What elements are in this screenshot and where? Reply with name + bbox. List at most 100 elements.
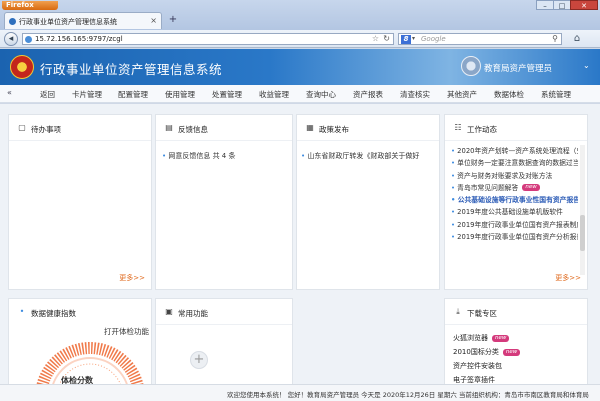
tab-close-icon[interactable]: ×: [150, 16, 157, 25]
browser-titlebar: Firefox – □ ✕ 行政事业单位资产管理信息系统 × +: [0, 0, 600, 30]
functions-card: ▣ 常用功能 +: [155, 298, 293, 384]
work-news-more-link[interactable]: 更多>>: [555, 273, 581, 283]
card-divider: [445, 140, 587, 141]
download-item[interactable]: 火狐浏览器 new: [453, 333, 510, 343]
collapse-menu-icon[interactable]: «: [7, 88, 12, 97]
user-avatar[interactable]: [461, 56, 481, 76]
work-news-item[interactable]: • 2020年资产划转—资产系统处理流程（鬼: [451, 145, 578, 157]
browser-navbar: ◂ 15.72.156.165:9797/zcgl ☆ ↻ 8 ▾ Google…: [0, 30, 600, 48]
home-icon[interactable]: ⌂: [570, 32, 584, 46]
user-name[interactable]: 教育局资产管理员: [484, 62, 552, 74]
feedback-summary-link[interactable]: • 网意反馈信息 共 4 条: [162, 151, 236, 161]
work-news-scroll-thumb[interactable]: [580, 215, 585, 251]
bullet-icon: •: [451, 196, 458, 205]
work-news-item-text: 2019年度行政事业单位国有资产分析报告: [457, 233, 578, 242]
add-function-button[interactable]: +: [190, 351, 208, 369]
menu-item-revenue-management[interactable]: 收益管理: [259, 89, 289, 100]
menu-item-inventory-check[interactable]: 清查核实: [400, 89, 430, 100]
menu-item-usage-management[interactable]: 使用管理: [165, 89, 195, 100]
menu-item-system-management[interactable]: 系统管理: [541, 89, 571, 100]
work-news-item[interactable]: • 单位财务一定要注意数据查询的数据过当期: [451, 157, 578, 169]
todo-more-link[interactable]: 更多>>: [119, 273, 145, 283]
work-news-item-text: 2020年资产划转—资产系统处理流程（鬼: [457, 147, 578, 155]
dashboard: ▢ 待办事项 更多>> ▤ 反馈信息 • 网意反馈信息 共 4 条 ▦ 政策发布…: [0, 104, 600, 384]
feedback-summary-text: 网意反馈信息 共 4 条: [168, 152, 236, 160]
download-item[interactable]: 电子签章插件: [453, 375, 495, 384]
work-news-item[interactable]: • 公共基础设施等行政事业性国有资产报告: [451, 194, 578, 206]
work-news-item-text: 资产与财务对账要求及对账方法: [457, 171, 553, 180]
close-window-icon[interactable]: ✕: [570, 0, 598, 10]
download-item-text: 火狐浏览器: [453, 334, 488, 342]
firefox-menu-button[interactable]: Firefox: [2, 1, 58, 10]
search-engine-dropdown-icon[interactable]: ▾: [412, 34, 415, 44]
menu-item-disposal-management[interactable]: 处置管理: [212, 89, 242, 100]
work-news-item[interactable]: • 2019年度行政事业单位国有资产报表制度: [451, 219, 578, 231]
grid-list-icon: ☷: [454, 123, 462, 132]
policy-document-icon: ▦: [306, 123, 314, 132]
search-input[interactable]: 8 ▾ Google ⚲: [398, 33, 562, 45]
work-news-scrollbar[interactable]: [580, 145, 585, 275]
policy-item-link[interactable]: • 山东省财政厅转发《财政部关于做好: [301, 151, 433, 161]
new-badge: new: [522, 184, 540, 192]
minimize-icon[interactable]: –: [536, 0, 554, 10]
health-card: • 数据健康指数 打开体检功能 体检分数: [8, 298, 152, 384]
browser-tab[interactable]: 行政事业单位资产管理信息系统 ×: [4, 12, 162, 29]
reload-icon[interactable]: ↻: [383, 34, 390, 44]
work-news-item-text: 青岛市常见问题解答: [457, 183, 519, 192]
open-checkup-link[interactable]: 打开体检功能: [104, 326, 149, 337]
work-news-item-text: 公共基础设施等行政事业性国有资产报告: [457, 196, 578, 205]
downloads-title: 下载专区: [467, 309, 497, 318]
policy-card: ▦ 政策发布 • 山东省财政厅转发《财政部关于做好: [296, 114, 440, 290]
status-text: 欢迎您使用本系统！ 您好！教育局资产管理员 今天是 2020年12月26日 星期…: [227, 391, 589, 399]
health-title: 数据健康指数: [31, 309, 76, 318]
menu-item-data-checkup[interactable]: 数据体检: [494, 89, 524, 100]
menu-item-config-management[interactable]: 配置管理: [118, 89, 148, 100]
feedback-title: 反馈信息: [178, 125, 208, 134]
menu-item-other-assets[interactable]: 其他资产: [447, 89, 477, 100]
work-news-item[interactable]: • 青岛市常见问题解答 new: [451, 182, 578, 194]
new-badge: new: [492, 334, 510, 342]
app-title: 行政事业单位资产管理信息系统: [40, 62, 223, 77]
dot-icon: •: [19, 307, 25, 316]
todo-card: ▢ 待办事项 更多>>: [8, 114, 152, 290]
user-menu-chevron-down-icon[interactable]: ⌄: [583, 61, 590, 70]
work-news-title: 工作动态: [467, 125, 497, 134]
downloads-card: ⤓ 下载专区 火狐浏览器 new 2010国标分类 new 资产控件安装包 电子签章…: [444, 298, 588, 384]
functions-title: 常用功能: [178, 309, 208, 318]
work-news-list: • 2020年资产划转—资产系统处理流程（鬼 • 单位财务一定要注意数据查询的数…: [451, 145, 578, 243]
apps-icon: ▣: [165, 307, 173, 316]
search-engine-icon[interactable]: 8: [401, 35, 411, 44]
policy-item-text: 山东省财政厅转发《财政部关于做好: [307, 152, 420, 160]
document-icon: ▤: [165, 123, 173, 132]
maximize-icon[interactable]: □: [553, 0, 571, 10]
search-placeholder: Google: [421, 35, 446, 43]
status-bar: 欢迎您使用本系统！ 您好！教育局资产管理员 今天是 2020年12月26日 星期…: [0, 384, 600, 401]
tab-title: 行政事业单位资产管理信息系统: [19, 18, 117, 26]
download-item-text: 2010国标分类: [453, 348, 499, 356]
download-item[interactable]: 资产控件安装包: [453, 361, 502, 371]
menu-item-card-management[interactable]: 卡片管理: [72, 89, 102, 100]
search-icon[interactable]: ⚲: [552, 34, 558, 44]
card-divider: [9, 140, 151, 141]
new-badge: new: [502, 348, 521, 356]
todo-title: 待办事项: [31, 125, 61, 134]
new-tab-icon[interactable]: +: [166, 13, 180, 27]
site-identity-icon: [25, 36, 32, 43]
menu-item-back[interactable]: 返回: [40, 89, 55, 100]
bookmark-star-icon[interactable]: ☆: [372, 34, 379, 44]
back-arrow-icon[interactable]: ◂: [4, 32, 18, 46]
work-news-item-text: 2019年度行政事业单位国有资产报表制度: [457, 220, 578, 229]
window-controls: – □ ✕: [536, 0, 598, 10]
card-divider: [156, 324, 292, 325]
download-item[interactable]: 2010国标分类 new: [453, 347, 521, 357]
calendar-icon: ▢: [18, 123, 26, 132]
url-bar[interactable]: 15.72.156.165:9797/zcgl ☆ ↻: [22, 33, 394, 45]
menu-item-query-center[interactable]: 查询中心: [306, 89, 336, 100]
work-news-item[interactable]: • 2019年度公共基础设施单机版软件: [451, 206, 578, 218]
menu-item-asset-reports[interactable]: 资产报表: [353, 89, 383, 100]
card-divider: [445, 324, 587, 325]
app-header: 行政事业单位资产管理信息系统 教育局资产管理员 ⌄: [0, 49, 600, 85]
work-news-item[interactable]: • 2019年度行政事业单位国有资产分析报告: [451, 231, 578, 243]
download-item-text: 电子签章插件: [453, 376, 495, 384]
work-news-item[interactable]: • 资产与财务对账要求及对账方法: [451, 170, 578, 182]
